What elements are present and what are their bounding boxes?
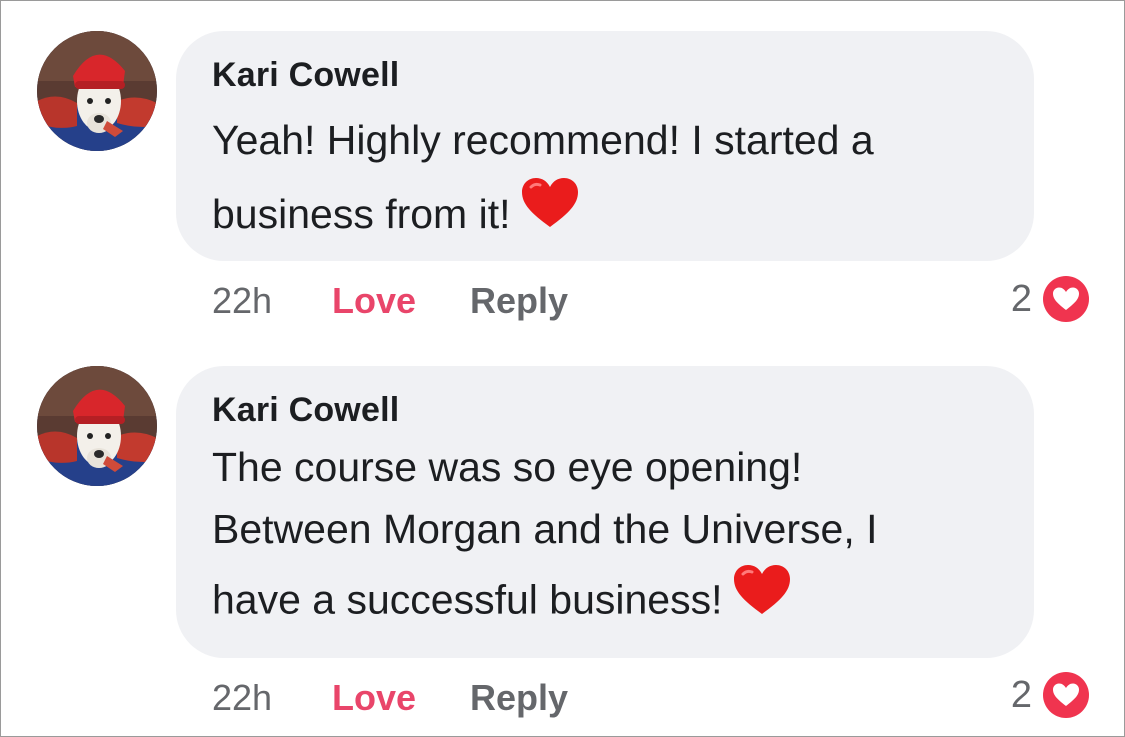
comment-text-line: business from it! bbox=[212, 191, 511, 237]
comment-text: The course was so eye opening! Between M… bbox=[212, 436, 998, 637]
reaction-summary[interactable]: 2 bbox=[970, 275, 1090, 323]
red-heart-emoji bbox=[733, 564, 791, 633]
comment-text: Yeah! Highly recommend! I started a busi… bbox=[212, 105, 998, 254]
avatar[interactable] bbox=[37, 31, 157, 151]
comment-text-line: The course was so eye opening! bbox=[212, 444, 803, 490]
timestamp[interactable]: 22h bbox=[212, 279, 272, 323]
comment-bubble: Kari Cowell Yeah! Highly recommend! I st… bbox=[176, 31, 1034, 261]
author-name[interactable]: Kari Cowell bbox=[212, 388, 998, 432]
comment-text-line: Yeah! Highly recommend! I started a bbox=[212, 117, 874, 163]
love-button[interactable]: Love bbox=[332, 676, 416, 720]
comment-text-line-with-emoji: have a successful business! bbox=[212, 565, 998, 637]
reply-button[interactable]: Reply bbox=[470, 279, 568, 323]
dog-avatar-image bbox=[37, 31, 157, 151]
comment-bubble: Kari Cowell The course was so eye openin… bbox=[176, 366, 1034, 658]
red-heart-emoji bbox=[521, 177, 579, 250]
love-reaction-icon bbox=[1043, 672, 1089, 718]
dog-avatar-image bbox=[37, 366, 157, 486]
reaction-count: 2 bbox=[1010, 674, 1032, 716]
comment-text-line: Between Morgan and the Universe, I bbox=[212, 506, 878, 552]
reply-button[interactable]: Reply bbox=[470, 676, 568, 720]
love-button[interactable]: Love bbox=[332, 279, 416, 323]
author-name[interactable]: Kari Cowell bbox=[212, 53, 998, 97]
comment-text-line-with-emoji: business from it! bbox=[212, 177, 998, 254]
timestamp[interactable]: 22h bbox=[212, 676, 272, 720]
avatar[interactable] bbox=[37, 366, 157, 486]
reaction-summary[interactable]: 2 bbox=[970, 671, 1090, 719]
reaction-count: 2 bbox=[1010, 278, 1032, 320]
love-reaction-icon bbox=[1043, 276, 1089, 322]
comment-text-line: have a successful business! bbox=[212, 576, 723, 623]
